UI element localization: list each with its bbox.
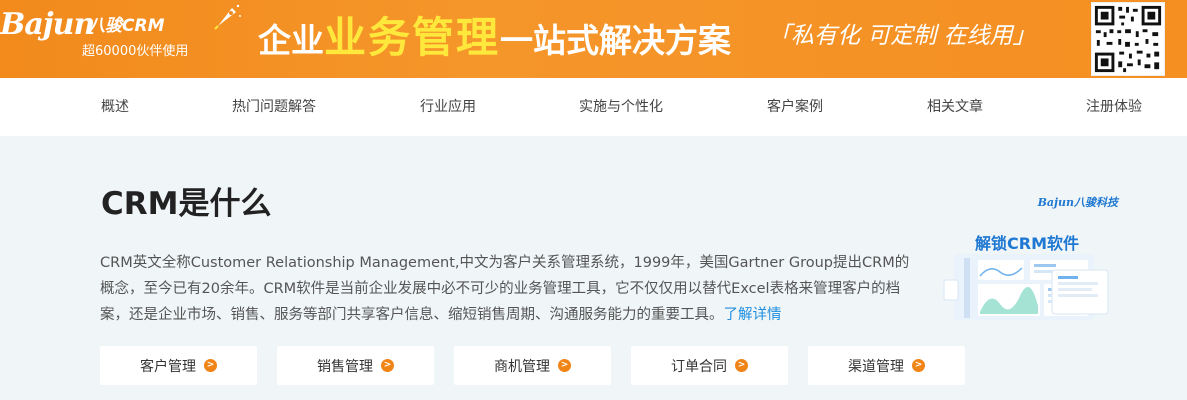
nav-item-industry[interactable]: 行业应用 [420, 78, 476, 136]
nav-item-register[interactable]: 注册体验 [1086, 78, 1142, 136]
promo-title: 解锁CRM软件 [975, 234, 1079, 253]
brand-logo[interactable]: Bajun 八骏CRM 超60000伙伴使用 [0, 6, 215, 70]
arrow-right-icon: > [558, 359, 571, 372]
arrow-right-icon: > [204, 359, 217, 372]
tile-label: 渠道管理 [848, 358, 904, 375]
logo-wordmark: Bajun [0, 7, 95, 42]
intro-paragraph: CRM英文全称Customer Relationship Management,… [100, 250, 912, 328]
tile-channel-management[interactable]: 渠道管理 > [808, 346, 965, 385]
arrow-right-icon: > [381, 359, 394, 372]
arrow-right-icon: > [735, 359, 748, 372]
tile-customer-management[interactable]: 客户管理 > [100, 346, 257, 385]
learn-more-link[interactable]: 了解详情 [724, 307, 782, 323]
promo-card[interactable]: Bajun八骏科技 解锁CRM软件 [930, 190, 1130, 325]
banner-slogan: 「私有化 可定制 在线用」 [768, 23, 1036, 49]
intro-text: CRM英文全称Customer Relationship Management,… [100, 255, 910, 323]
tile-label: 客户管理 [140, 358, 196, 375]
tile-opportunity-management[interactable]: 商机管理 > [454, 346, 611, 385]
nav-item-cases[interactable]: 客户案例 [767, 78, 823, 136]
logo-tagline: 超60000伙伴使用 [82, 44, 189, 59]
dashboard-illustration [943, 254, 1109, 320]
tile-label: 销售管理 [317, 358, 373, 375]
arrow-right-icon: > [912, 359, 925, 372]
tile-label: 商机管理 [494, 358, 550, 375]
headline-highlight: 业务管理 [324, 13, 501, 62]
promo-logo: Bajun八骏科技 [1037, 196, 1118, 209]
headline-part-2: 一站式解决方案 [500, 21, 732, 60]
page-title: CRM是什么 [101, 186, 272, 222]
nav-item-overview[interactable]: 概述 [101, 78, 129, 136]
qr-code [1091, 2, 1165, 76]
nav-item-articles[interactable]: 相关文章 [927, 78, 983, 136]
nav-item-implementation[interactable]: 实施与个性化 [579, 78, 663, 136]
nav-item-faq[interactable]: 热门问题解答 [232, 78, 316, 136]
main-nav: 概述 热门问题解答 行业应用 实施与个性化 客户案例 相关文章 注册体验 [0, 78, 1187, 136]
banner-headline: 企业 业务管理 一站式解决方案 [258, 10, 731, 66]
headline-part-1: 企业 [258, 21, 324, 60]
tile-order-contract[interactable]: 订单合同 > [631, 346, 788, 385]
tile-sales-management[interactable]: 销售管理 > [277, 346, 434, 385]
rocket-icon [214, 4, 241, 30]
top-banner[interactable]: Bajun 八骏CRM 超60000伙伴使用 企业 业务管理 一站式解决方案 「… [0, 0, 1187, 78]
tile-label: 订单合同 [671, 358, 727, 375]
logo-cn-name: 八骏CRM [88, 16, 165, 36]
